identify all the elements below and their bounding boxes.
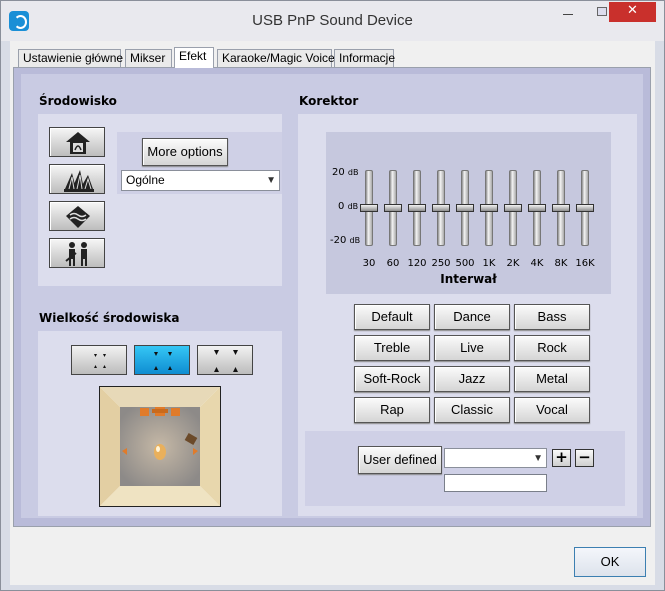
equalizer-box: 20 dB 0 dB -20 dB 30 60 120 250 500 1K 2K 4K 8K 1… (298, 114, 637, 516)
room-size-medium-button[interactable] (134, 345, 190, 375)
close-button[interactable]: ✕ (609, 2, 656, 22)
preset-classic-button[interactable]: Classic (434, 397, 510, 423)
preset-rock-button[interactable]: Rock (514, 335, 590, 361)
room-preview (99, 386, 221, 507)
opera-house-icon[interactable] (49, 164, 105, 194)
db-label-max: 20 dB (332, 167, 359, 178)
db-min-unit: dB (349, 236, 361, 245)
preset-jazz-button[interactable]: Jazz (434, 366, 510, 392)
underwater-icon[interactable] (49, 201, 105, 231)
preset-dance-button[interactable]: Dance (434, 304, 510, 330)
db-label-zero: 0 dB (338, 201, 358, 212)
freq-label-250: 250 (431, 258, 451, 269)
user-defined-select[interactable]: ▼ (444, 448, 547, 468)
preset-name-input[interactable] (444, 474, 547, 492)
environment-selected-value: Ogólne (126, 173, 165, 187)
eq-slider-thumb-8K[interactable] (552, 204, 570, 212)
preset-default-button[interactable]: Default (354, 304, 430, 330)
dialog-window: USB PnP Sound Device ✕ Ustawienie główne… (0, 0, 665, 591)
chevron-down-icon: ▼ (533, 453, 543, 464)
environment-select[interactable]: Ogólne ▼ (121, 170, 280, 191)
preset-rap-button[interactable]: Rap (354, 397, 430, 423)
room-size-title: Wielkość środowiska (39, 311, 180, 325)
environment-box: More options Ogólne ▼ (38, 114, 282, 286)
house-icon[interactable] (49, 127, 105, 157)
remove-preset-button[interactable]: − (575, 449, 594, 467)
freq-label-60: 60 (386, 258, 400, 269)
chevron-down-icon: ▼ (266, 175, 276, 186)
title-bar[interactable]: USB PnP Sound Device ✕ (1, 1, 664, 41)
preset-soft-rock-button[interactable]: Soft-Rock (354, 366, 430, 392)
preset-bass-button[interactable]: Bass (514, 304, 590, 330)
db-zero-value: 0 (338, 201, 345, 212)
tab-main-settings[interactable]: Ustawienie główne (18, 49, 123, 67)
eq-slider-thumb-500[interactable] (456, 204, 474, 212)
eq-slider-thumb-4K[interactable] (528, 204, 546, 212)
room-size-large-button[interactable] (197, 345, 253, 375)
db-label-min: -20 dB (330, 235, 360, 246)
eq-slider-thumb-1K[interactable] (480, 204, 498, 212)
freq-label-2K: 2K (506, 258, 520, 269)
db-zero-unit: dB (347, 202, 359, 211)
freq-label-16K: 16K (575, 258, 595, 269)
preset-metal-button[interactable]: Metal (514, 366, 590, 392)
equalizer-title: Korektor (299, 94, 359, 108)
freq-label-1K: 1K (482, 258, 496, 269)
room-size-small-button[interactable] (71, 345, 127, 375)
effect-tab-panel: Środowisko More options Ogólne ▼ Wielkoś… (13, 67, 651, 527)
interval-label: Interwał (440, 272, 497, 286)
more-options-button[interactable]: More options (142, 138, 228, 166)
minimize-button[interactable] (554, 2, 581, 22)
user-defined-button[interactable]: User defined (358, 446, 442, 474)
freq-label-30: 30 (362, 258, 376, 269)
concert-people-icon[interactable] (49, 238, 105, 268)
freq-label-4K: 4K (530, 258, 544, 269)
equalizer-sliders-panel: 20 dB 0 dB -20 dB 30 60 120 250 500 1K 2K 4K 8K 1… (326, 132, 611, 294)
eq-slider-thumb-16K[interactable] (576, 204, 594, 212)
tab-karaoke[interactable]: Karaoke/Magic Voice (217, 49, 335, 67)
eq-slider-thumb-30[interactable] (360, 204, 378, 212)
add-preset-button[interactable]: + (552, 449, 571, 467)
maximize-button[interactable] (583, 2, 610, 22)
eq-slider-thumb-250[interactable] (432, 204, 450, 212)
tab-effect[interactable]: Efekt (174, 47, 214, 68)
tab-mixer[interactable]: Mikser (125, 49, 172, 67)
db-max-unit: dB (347, 168, 359, 177)
freq-label-500: 500 (455, 258, 475, 269)
eq-slider-thumb-2K[interactable] (504, 204, 522, 212)
maximize-icon (596, 7, 607, 16)
freq-label-120: 120 (407, 258, 427, 269)
preset-live-button[interactable]: Live (434, 335, 510, 361)
minimize-icon (562, 14, 573, 15)
user-defined-box: User defined ▼ + − (305, 431, 625, 506)
preset-vocal-button[interactable]: Vocal (514, 397, 590, 423)
effect-panel: Środowisko More options Ogólne ▼ Wielkoś… (21, 74, 643, 518)
environment-options-box: More options Ogólne ▼ (117, 132, 282, 194)
db-min-value: -20 (330, 235, 347, 246)
room-size-box (38, 331, 282, 516)
preset-treble-button[interactable]: Treble (354, 335, 430, 361)
eq-slider-thumb-120[interactable] (408, 204, 426, 212)
db-max-value: 20 (332, 167, 345, 178)
eq-slider-thumb-60[interactable] (384, 204, 402, 212)
environment-title: Środowisko (39, 94, 117, 108)
freq-label-8K: 8K (554, 258, 568, 269)
ok-button[interactable]: OK (574, 547, 646, 577)
tab-information[interactable]: Informacje (334, 49, 395, 67)
client-area: Ustawienie główne Mikser Efekt Karaoke/M… (10, 41, 655, 585)
